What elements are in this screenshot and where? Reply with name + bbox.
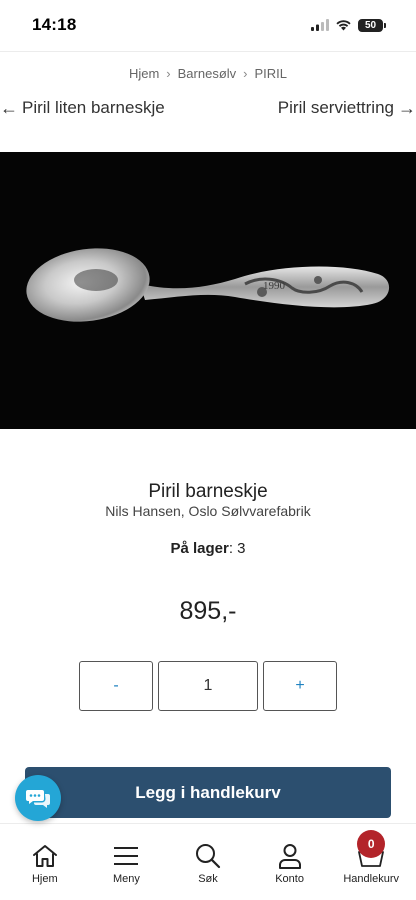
chat-icon (26, 790, 50, 808)
next-product-label: Piril serviettring (277, 98, 394, 117)
stock-value: : 3 (228, 540, 246, 557)
chevron-right-icon: › (243, 66, 248, 81)
breadcrumb: Hjem › Barnesølv › PIRIL (0, 66, 416, 81)
status-time: 14:18 (32, 15, 77, 34)
tab-menu[interactable]: Meny (86, 824, 168, 900)
breadcrumb-category[interactable]: Barnesølv (178, 66, 237, 81)
tab-home[interactable]: Hjem (4, 824, 86, 900)
tab-home-label: Hjem (31, 873, 58, 885)
prev-product-link[interactable]: ← Piril liten barneskje (0, 98, 165, 119)
tab-cart[interactable]: 0 Handlekurv (330, 824, 412, 900)
quantity-increase-button[interactable]: + (263, 661, 337, 711)
status-icons: 50 (311, 18, 386, 32)
spoon-image: 1990 (0, 152, 416, 429)
product-image[interactable]: 1990 (0, 152, 416, 429)
cart-count-badge: 0 (357, 830, 386, 858)
tab-menu-label: Meny (112, 873, 140, 885)
battery-indicator: 50 (358, 18, 386, 32)
arrow-right-icon: → (398, 97, 416, 118)
quantity-stepper: - 1 + (79, 661, 337, 711)
quantity-decrease-button[interactable]: - (79, 661, 153, 711)
chevron-right-icon: › (166, 66, 171, 81)
status-bar: 14:18 50 (0, 0, 416, 50)
engraving-text: 1990 (263, 280, 286, 292)
chat-button[interactable] (15, 775, 61, 821)
battery-level: 50 (358, 18, 383, 32)
arrow-left-icon: ← (0, 97, 18, 118)
wifi-icon (336, 20, 351, 31)
breadcrumb-home[interactable]: Hjem (129, 66, 159, 81)
tab-search-label: Søk (198, 873, 218, 885)
tab-cart-label: Handlekurv (343, 873, 399, 885)
home-icon (32, 845, 57, 867)
add-to-cart-button[interactable]: Legg i handlekurv (25, 767, 391, 818)
bottom-tab-bar: Hjem Meny Søk Konto 0 Handlekurv (0, 823, 416, 900)
breadcrumb-current: PIRIL (254, 66, 288, 81)
prev-product-label: Piril liten barneskje (22, 98, 165, 117)
tab-search[interactable]: Søk (167, 824, 249, 900)
stock-label: På lager (170, 540, 229, 557)
quantity-input[interactable]: 1 (158, 661, 258, 711)
tab-account-label: Konto (275, 873, 304, 885)
product-title: Piril barneskje (148, 481, 268, 502)
search-icon (195, 844, 221, 869)
tab-account[interactable]: Konto (249, 824, 331, 900)
next-product-link[interactable]: Piril serviettring → (278, 98, 416, 119)
product-nav: ← Piril liten barneskje Piril serviettri… (0, 96, 416, 120)
signal-icon (311, 19, 329, 31)
product-maker: Nils Hansen, Oslo Sølvvarefabrik (105, 503, 311, 519)
user-icon (278, 844, 301, 869)
product-price: 895,- (179, 597, 237, 625)
stock-status: På lager: 3 (0, 540, 416, 557)
menu-icon (114, 847, 139, 865)
